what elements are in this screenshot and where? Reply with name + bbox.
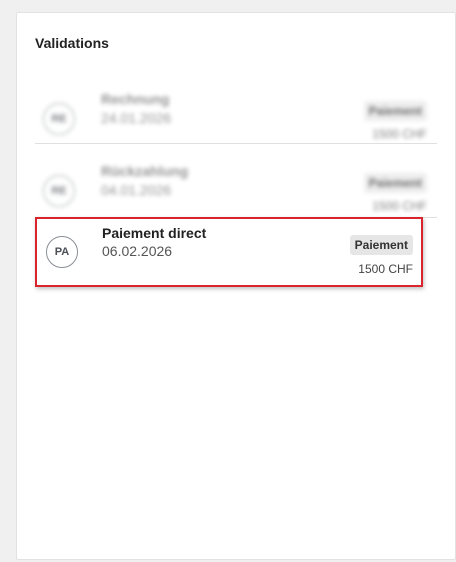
item-date: 24.01.2026	[101, 110, 172, 126]
avatar: RE	[43, 103, 75, 135]
validation-item[interactable]: RE Rechnung 24.01.2026 Paiement 1500 CHF	[35, 83, 437, 155]
type-badge: Paiement	[363, 101, 427, 121]
validations-panel: Validations RE Rechnung 24.01.2026 Paiem…	[16, 12, 456, 560]
item-amount: 1500 CHF	[372, 127, 427, 141]
type-badge: Paiement	[363, 173, 427, 193]
item-amount: 1500 CHF	[358, 262, 413, 276]
item-title: Rückzahlung	[101, 163, 189, 179]
type-badge: Paiement	[349, 235, 413, 255]
item-date: 04.01.2026	[101, 182, 172, 198]
item-title: Rechnung	[101, 91, 170, 107]
item-amount: 1500 CHF	[372, 199, 427, 213]
item-title: Paiement direct	[102, 225, 207, 241]
panel-title: Validations	[35, 35, 109, 51]
avatar: RE	[43, 175, 75, 207]
avatar: PA	[46, 236, 78, 268]
item-date: 06.02.2026	[102, 243, 173, 259]
validation-item-selected[interactable]: PA Paiement direct 06.02.2026 Paiement 1…	[35, 217, 423, 287]
divider	[35, 143, 437, 144]
